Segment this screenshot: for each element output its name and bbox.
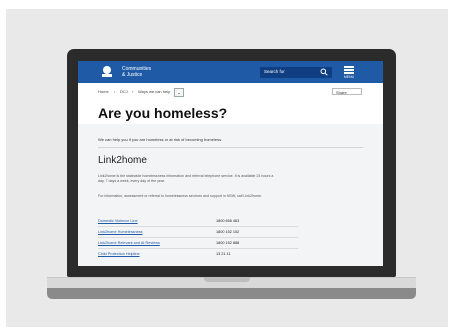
contact-number: 1800 656 463 (216, 219, 240, 223)
laptop-screen: Communities & Justice Search for MENU Ho… (78, 61, 383, 266)
nsw-waratah-logo-icon[interactable] (100, 65, 114, 78)
row-divider (98, 226, 298, 227)
divider (98, 147, 363, 148)
search-placeholder: Search for (264, 69, 285, 74)
contact-link[interactable]: Link2home Relevant and At Reviews (98, 241, 160, 245)
breadcrumb-dropdown[interactable]: ⌄ (174, 88, 184, 97)
laptop-hinge-notch (204, 277, 250, 282)
breadcrumb-separator: › (132, 89, 134, 94)
site-header: Communities & Justice Search for MENU (78, 61, 383, 83)
contact-number: 1800 152 888 (216, 241, 240, 245)
hamburger-menu-icon (344, 72, 354, 74)
description-paragraph-2: For information, assessment or referral … (98, 194, 262, 198)
row-divider (98, 237, 298, 238)
breadcrumb-separator: › (114, 89, 116, 94)
breadcrumb-item-home[interactable]: Home (98, 89, 109, 94)
hamburger-menu-icon (344, 69, 354, 71)
contact-link[interactable]: Link2home Homelessness (98, 230, 143, 234)
contact-link[interactable]: Domestic Violence Line (98, 219, 138, 223)
breadcrumb: Home › DCJ › Ways we can help ⌄ Share (98, 88, 363, 97)
breadcrumb-item-dcj[interactable]: DCJ (120, 89, 128, 94)
breadcrumb-item-ways-we-can-help[interactable]: Ways we can help (138, 89, 170, 94)
menu-button[interactable]: MENU (342, 64, 356, 80)
menu-label: MENU (343, 75, 355, 79)
share-button[interactable]: Share (332, 88, 362, 95)
brand-text[interactable]: Communities & Justice (122, 66, 151, 78)
laptop-base-shadow (47, 288, 416, 299)
section-title: Link2home (98, 155, 147, 166)
contact-number: 13 21 11 (216, 252, 231, 256)
search-icon[interactable] (320, 68, 328, 76)
brand-line-2: & Justice (122, 72, 143, 78)
hamburger-menu-icon (344, 66, 354, 68)
row-divider (98, 248, 298, 249)
contact-link[interactable]: Child Protection Helpline (98, 252, 140, 256)
intro-text: We can help you if you are homeless or a… (98, 137, 223, 142)
contact-number: 1800 152 152 (216, 230, 240, 234)
page-title: Are you homeless? (98, 105, 228, 121)
description-paragraph-1: Link2home is the statewide homelessness … (98, 174, 274, 183)
